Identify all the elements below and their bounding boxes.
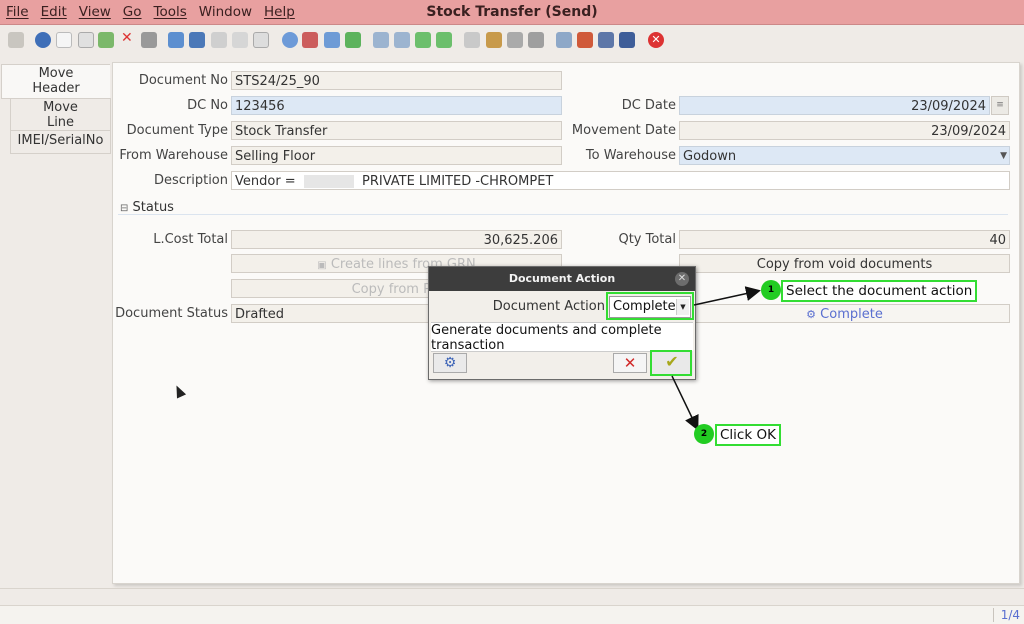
- step1-number: 1: [761, 280, 781, 300]
- status-bar-top: [0, 588, 1024, 605]
- step2-number: 2: [694, 424, 714, 444]
- step2-callout: Click OK: [715, 424, 781, 446]
- arrow-step2: [671, 375, 699, 431]
- annotation-arrows: [671, 286, 761, 431]
- status-bar: [0, 605, 1024, 624]
- record-pager[interactable]: 1/4: [993, 608, 1020, 622]
- step1-callout: Select the document action: [781, 280, 978, 302]
- arrow-step1: [693, 286, 761, 306]
